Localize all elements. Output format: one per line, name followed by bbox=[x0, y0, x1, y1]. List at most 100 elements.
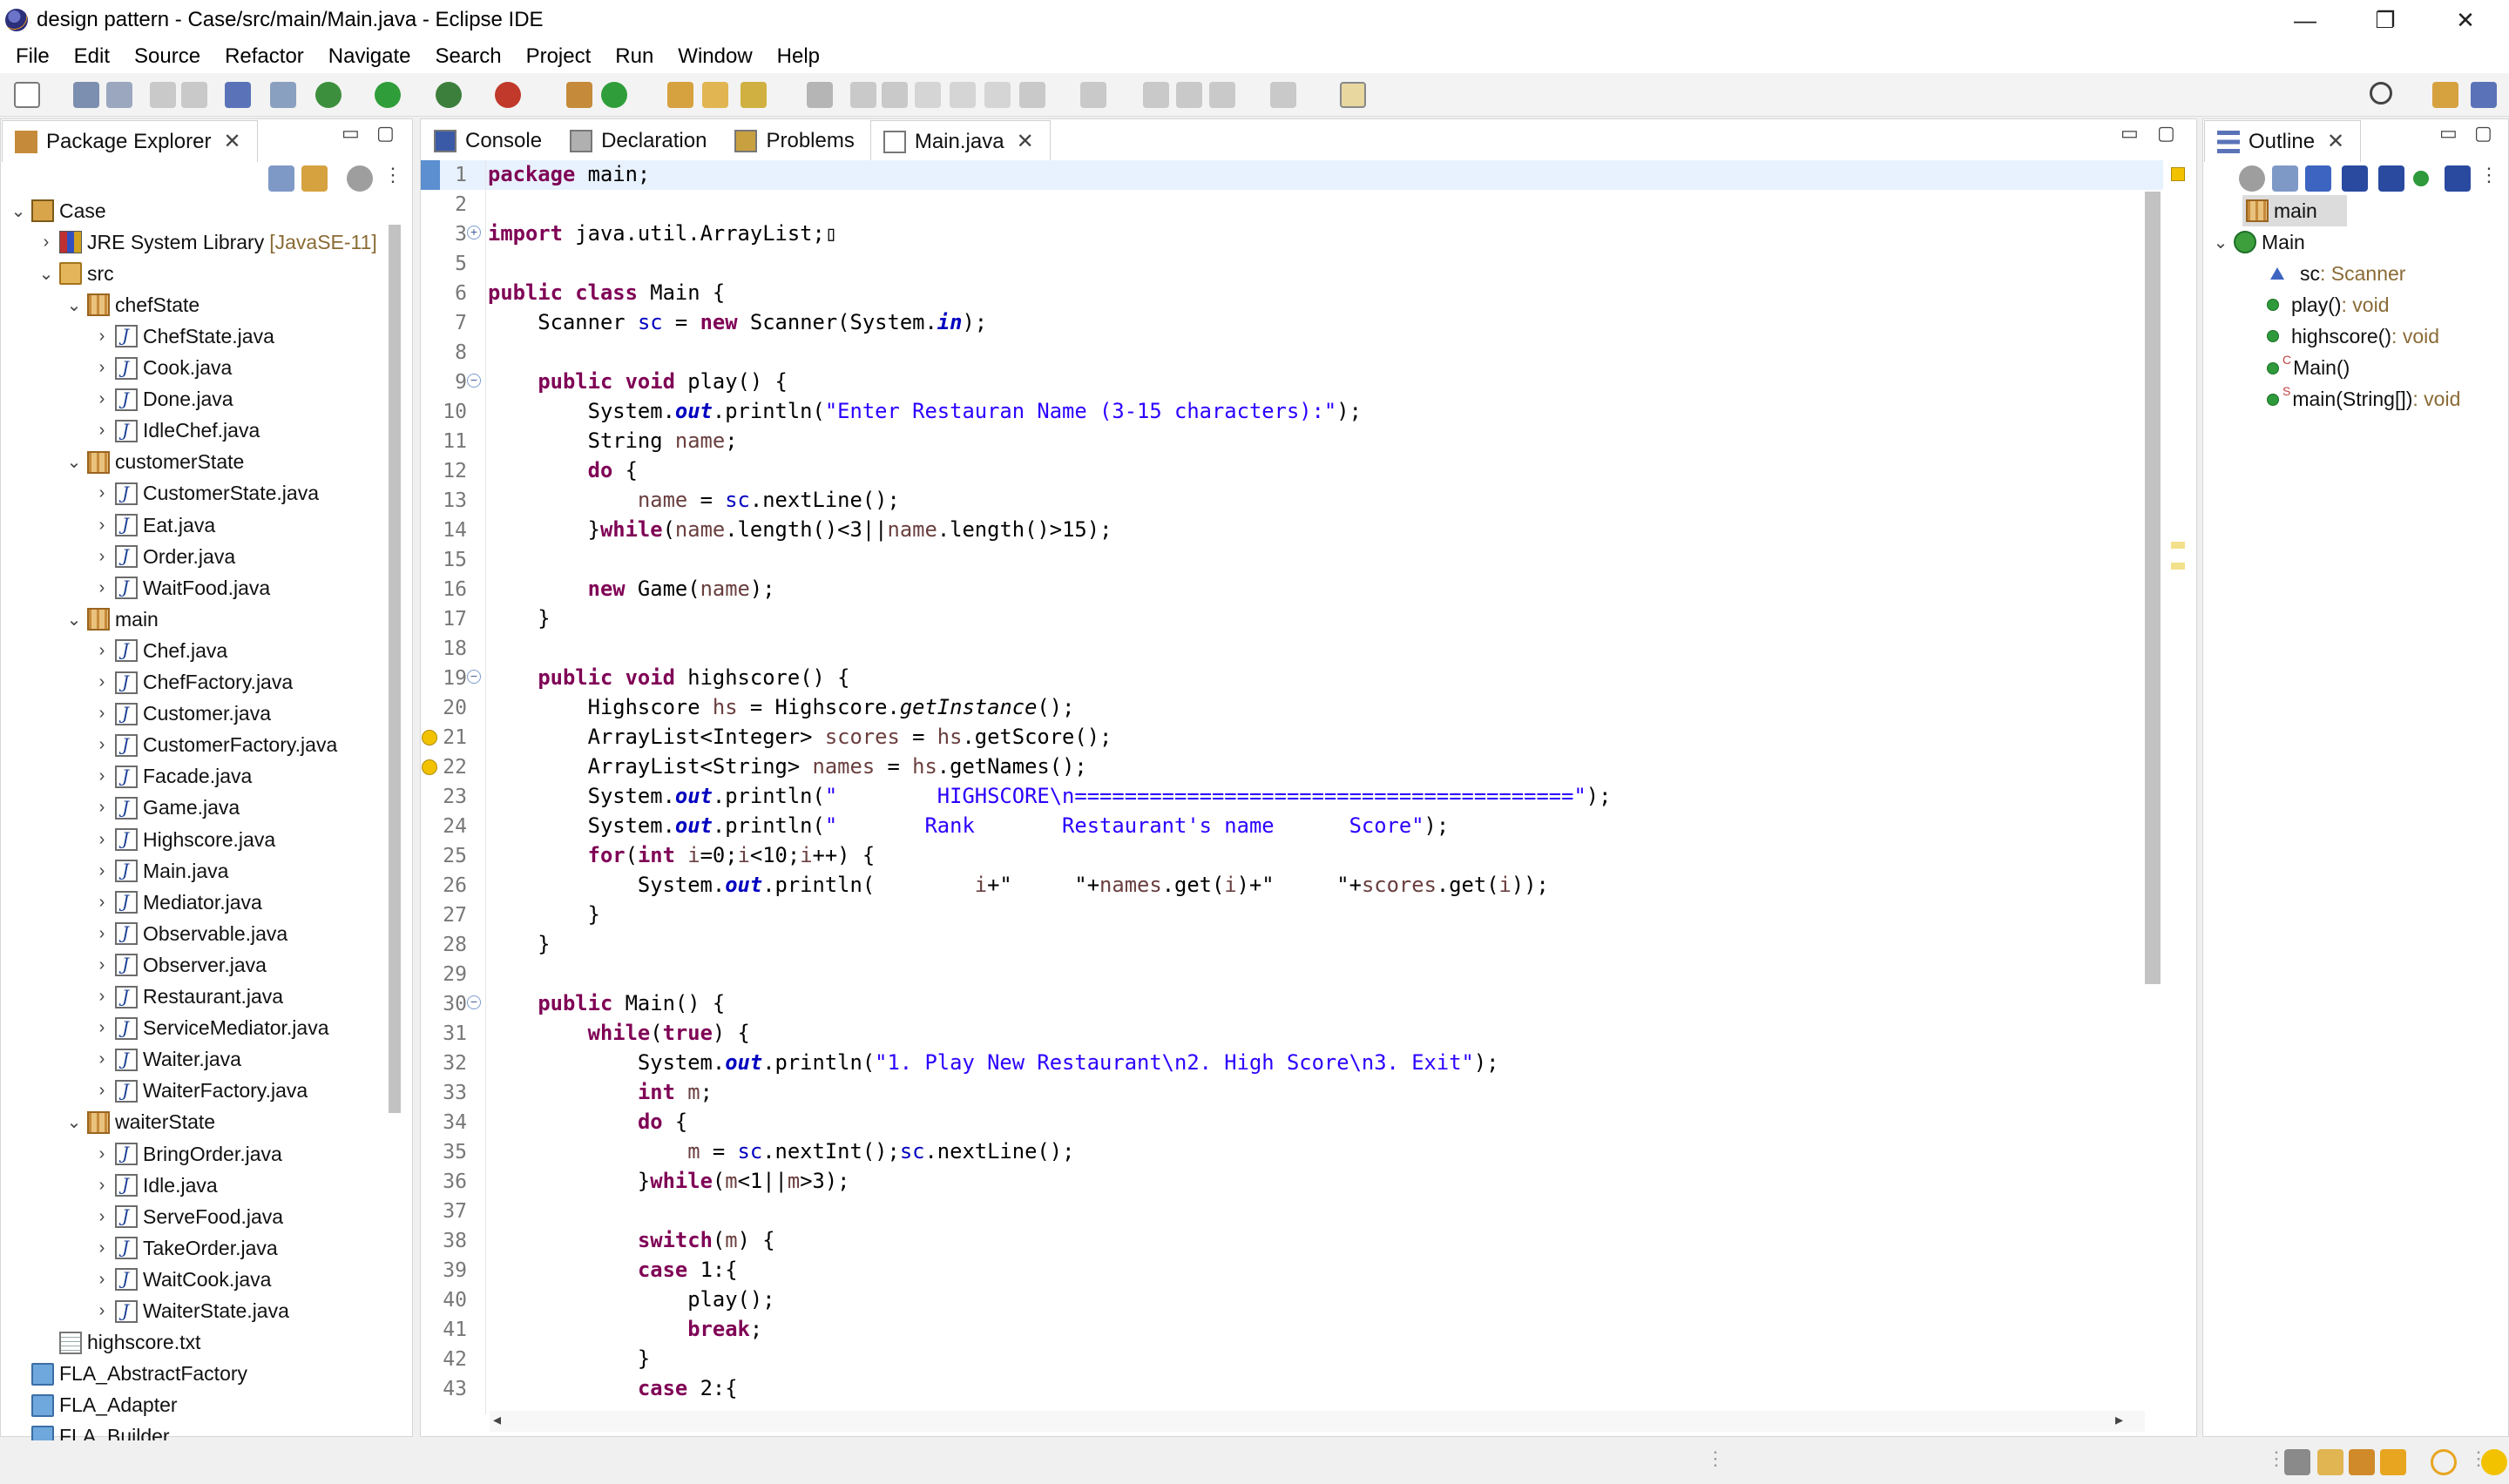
tree-item-jre-system-library[interactable]: › JRE System Library [JavaSE-11] bbox=[37, 226, 377, 258]
view-menu-icon[interactable]: ⋮ bbox=[383, 164, 402, 186]
chevron-right-icon[interactable]: › bbox=[92, 1301, 112, 1321]
maximize-view-icon[interactable]: ▢ bbox=[376, 122, 395, 145]
open-perspective-icon[interactable] bbox=[2432, 82, 2458, 108]
collapse-fold-icon[interactable]: − bbox=[467, 670, 481, 684]
tree-item-facade-java[interactable]: › Facade.java bbox=[92, 761, 252, 793]
chevron-right-icon[interactable]: › bbox=[92, 641, 112, 661]
menu-navigate[interactable]: Navigate bbox=[316, 44, 423, 69]
chevron-right-icon[interactable]: › bbox=[92, 861, 112, 881]
tree-item-highscore-java[interactable]: › Highscore.java bbox=[92, 824, 275, 855]
code-line[interactable]: }while(m<1||m>3); bbox=[488, 1169, 850, 1198]
tree-item-servicemediator-java[interactable]: › ServiceMediator.java bbox=[92, 1013, 329, 1044]
code-line[interactable]: while(true) { bbox=[488, 1021, 750, 1050]
tree-item-mediator-java[interactable]: › Mediator.java bbox=[92, 887, 262, 918]
learn-icon[interactable] bbox=[2349, 1449, 2375, 1475]
chevron-right-icon[interactable]: › bbox=[92, 924, 112, 944]
tab-package-explorer[interactable]: Package Explorer ✕ bbox=[2, 120, 258, 162]
chevron-down-icon[interactable]: ⌄ bbox=[9, 200, 28, 222]
chevron-right-icon[interactable]: › bbox=[92, 1176, 112, 1196]
close-icon[interactable]: ✕ bbox=[1017, 129, 1034, 154]
chevron-right-icon[interactable]: › bbox=[92, 516, 112, 536]
chevron-right-icon[interactable]: › bbox=[92, 421, 112, 441]
code-line[interactable]: do { bbox=[488, 458, 638, 488]
menu-window[interactable]: Window bbox=[666, 44, 764, 69]
code-line[interactable]: for(int i=0;i<10;i++) { bbox=[488, 843, 876, 873]
annotation-icon[interactable] bbox=[807, 82, 833, 108]
chevron-right-icon[interactable]: › bbox=[92, 1081, 112, 1101]
back-icon[interactable] bbox=[1209, 82, 1235, 108]
code-line[interactable]: public class Main { bbox=[488, 280, 725, 310]
new-icon[interactable] bbox=[14, 82, 40, 108]
tree-item-idlechef-java[interactable]: › IdleChef.java bbox=[92, 415, 260, 447]
forward-icon[interactable] bbox=[1270, 82, 1296, 108]
horizontal-scrollbar[interactable] bbox=[490, 1411, 2145, 1432]
chevron-right-icon[interactable]: › bbox=[92, 327, 112, 347]
chevron-right-icon[interactable]: › bbox=[92, 547, 112, 567]
restore-button[interactable]: ❐ bbox=[2345, 0, 2425, 40]
chevron-right-icon[interactable]: › bbox=[37, 233, 56, 253]
code-line[interactable]: } bbox=[488, 1346, 650, 1376]
scroll-right-icon[interactable]: ▸ bbox=[2115, 1411, 2123, 1429]
tree-item-cook-java[interactable]: › Cook.java bbox=[92, 353, 232, 384]
chevron-right-icon[interactable]: › bbox=[92, 735, 112, 755]
show-whitespace-icon[interactable] bbox=[984, 82, 1011, 108]
tab-main-java[interactable]: Main.java ✕ bbox=[869, 120, 1051, 162]
tree-item-fla-adapter[interactable]: FLA_Adapter bbox=[9, 1390, 178, 1421]
chevron-right-icon[interactable]: › bbox=[92, 766, 112, 786]
tree-item-takeorder-java[interactable]: › TakeOrder.java bbox=[92, 1232, 278, 1264]
code-line[interactable]: System.out.println("Enter Restauran Name… bbox=[488, 399, 1362, 428]
chevron-right-icon[interactable]: › bbox=[92, 672, 112, 692]
tree-item-src[interactable]: ⌄ src bbox=[37, 258, 114, 289]
maximize-editor-icon[interactable]: ▢ bbox=[2157, 122, 2175, 145]
maximize-outline-icon[interactable]: ▢ bbox=[2474, 122, 2492, 145]
package-explorer-scrollbar[interactable] bbox=[389, 225, 401, 1113]
forward-history-icon[interactable] bbox=[1176, 82, 1202, 108]
tree-item-game-java[interactable]: › Game.java bbox=[92, 793, 240, 824]
outline-item-main-string[interactable]: Smain(String[]) : void bbox=[2242, 384, 2460, 415]
warning-overview-icon[interactable] bbox=[2171, 167, 2185, 181]
outline-item-main[interactable]: ⌄ Main bbox=[2211, 226, 2305, 258]
new-java-class-icon[interactable] bbox=[601, 82, 627, 108]
coverage-icon[interactable] bbox=[436, 82, 462, 108]
save-icon[interactable] bbox=[73, 82, 99, 108]
pin-editor-icon[interactable] bbox=[1340, 82, 1366, 108]
close-icon[interactable]: ✕ bbox=[223, 129, 240, 154]
sort-icon[interactable] bbox=[2305, 165, 2331, 192]
chevron-right-icon[interactable]: › bbox=[92, 987, 112, 1007]
debug-icon[interactable] bbox=[315, 82, 342, 108]
hide-static-icon[interactable] bbox=[2378, 165, 2404, 192]
collapse-outline-icon[interactable] bbox=[2272, 165, 2298, 192]
tree-item-chefstate[interactable]: ⌄ chefState bbox=[64, 289, 200, 320]
terminal-icon[interactable] bbox=[225, 82, 251, 108]
overview-mark-1[interactable] bbox=[2171, 542, 2185, 549]
tree-item-waiterfactory-java[interactable]: › WaiterFactory.java bbox=[92, 1076, 308, 1107]
link-with-editor-icon[interactable] bbox=[301, 165, 328, 192]
tree-item-customerfactory-java[interactable]: › CustomerFactory.java bbox=[92, 730, 337, 761]
code-line[interactable]: System.out.println("1. Play New Restaura… bbox=[488, 1050, 1499, 1080]
code-line[interactable]: } bbox=[488, 606, 550, 636]
menu-run[interactable]: Run bbox=[603, 44, 666, 69]
code-line[interactable]: do { bbox=[488, 1110, 687, 1139]
chevron-down-icon[interactable]: ⌄ bbox=[64, 451, 84, 473]
code-line[interactable]: public void play() { bbox=[488, 369, 788, 399]
warning-icon[interactable] bbox=[422, 759, 437, 775]
chevron-right-icon[interactable]: › bbox=[92, 1018, 112, 1038]
close-button[interactable]: ✕ bbox=[2425, 0, 2506, 40]
focus-active-icon[interactable] bbox=[2445, 165, 2471, 192]
save-all-icon[interactable] bbox=[106, 82, 132, 108]
code-line[interactable]: ArrayList<Integer> scores = hs.getScore(… bbox=[488, 725, 1112, 754]
expand-fold-icon[interactable]: + bbox=[467, 226, 481, 239]
tree-item-waitfood-java[interactable]: › WaitFood.java bbox=[92, 572, 270, 604]
last-edit-icon[interactable] bbox=[1143, 82, 1169, 108]
code-line[interactable]: m = sc.nextInt();sc.nextLine(); bbox=[488, 1139, 1074, 1169]
tree-item-order-java[interactable]: › Order.java bbox=[92, 541, 235, 572]
collapse-fold-icon[interactable]: − bbox=[467, 374, 481, 388]
code-line[interactable]: new Game(name); bbox=[488, 577, 775, 606]
tree-item-waiterstate[interactable]: ⌄ waiterState bbox=[64, 1107, 215, 1138]
new-java-package-icon[interactable] bbox=[566, 82, 592, 108]
editor-scrollbar[interactable] bbox=[2145, 192, 2161, 984]
tree-item-fla-abstractfactory[interactable]: FLA_AbstractFactory bbox=[9, 1359, 247, 1390]
tree-item-observable-java[interactable]: › Observable.java bbox=[92, 918, 287, 949]
filters-icon[interactable] bbox=[347, 165, 373, 192]
tree-item-main-java[interactable]: › Main.java bbox=[92, 855, 228, 887]
